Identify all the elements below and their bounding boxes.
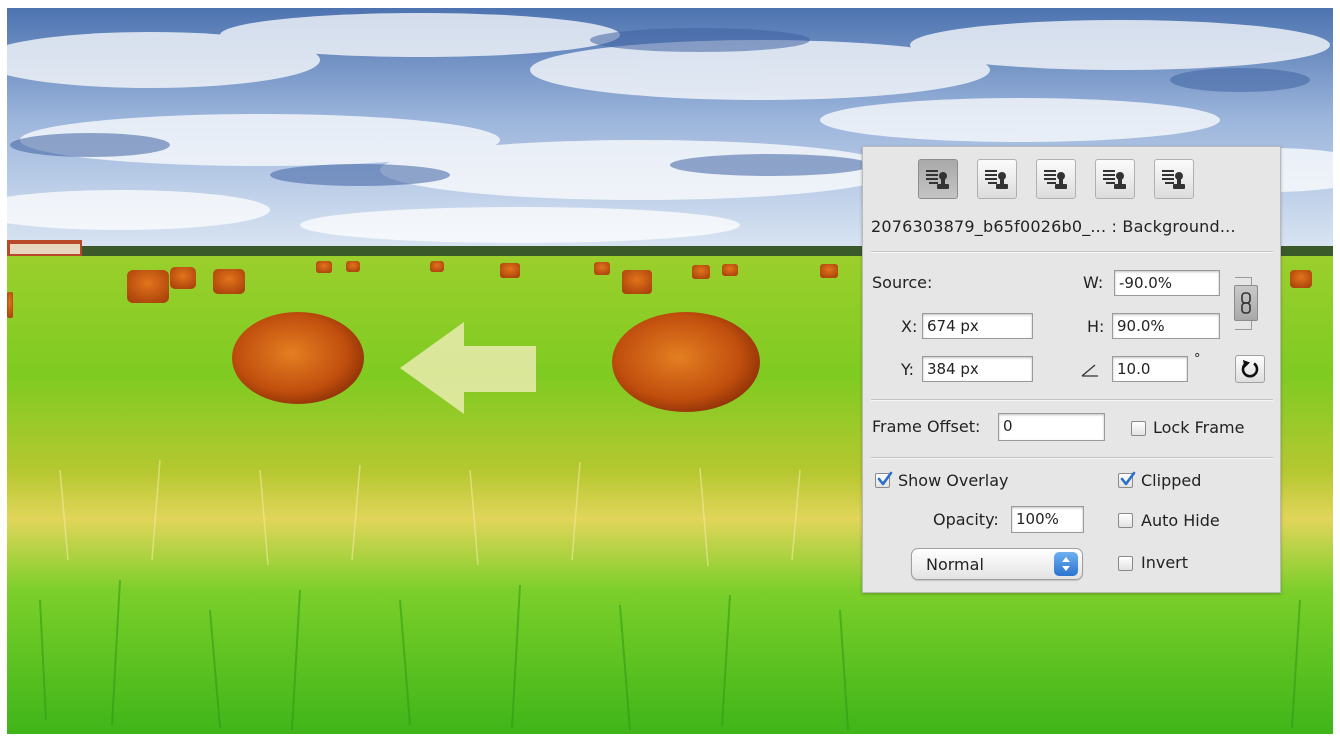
clone-source-icon	[985, 170, 1008, 189]
select-arrows-icon	[1054, 552, 1078, 576]
auto-hide-label: Auto Hide	[1141, 511, 1220, 530]
source-label: Source:	[872, 273, 933, 292]
clone-source-icon	[1162, 170, 1185, 189]
invert-checkbox[interactable]	[1118, 556, 1133, 571]
clone-source-button-3[interactable]	[1036, 159, 1076, 199]
rotate-reset-icon	[1241, 360, 1259, 378]
clipped-label: Clipped	[1141, 471, 1202, 490]
angle-icon	[1081, 364, 1098, 377]
opacity-field[interactable]: 100%	[1011, 506, 1084, 533]
clone-source-icon	[1103, 170, 1126, 189]
width-label: W:	[1083, 273, 1104, 292]
clone-source-panel: 2076303879_b65f0026b0_... : Background..…	[862, 146, 1281, 593]
checkmark-icon	[1120, 471, 1136, 486]
checkmark-icon	[877, 471, 893, 486]
height-label: H:	[1087, 317, 1105, 336]
lock-frame-label: Lock Frame	[1153, 418, 1245, 437]
link-bracket-bottom	[1235, 321, 1252, 330]
clone-source-button-1[interactable]	[918, 159, 958, 199]
chain-link-icon	[1241, 292, 1251, 314]
separator	[871, 251, 1273, 253]
maintain-aspect-ratio-button[interactable]	[1234, 285, 1258, 321]
reset-transform-button[interactable]	[1235, 355, 1265, 383]
degree-symbol: °	[1194, 352, 1201, 367]
rotation-angle-field[interactable]: 10.0	[1112, 356, 1188, 382]
frame-offset-label: Frame Offset:	[872, 417, 981, 436]
clipped-checkbox[interactable]	[1118, 471, 1136, 488]
x-offset-label: X:	[901, 317, 918, 336]
invert-label: Invert	[1141, 553, 1189, 572]
blend-mode-select[interactable]: Normal	[911, 548, 1083, 580]
source-document-name: 2076303879_b65f0026b0_... : Background..…	[871, 217, 1236, 236]
blend-mode-value: Normal	[926, 555, 984, 574]
show-overlay-label: Show Overlay	[898, 471, 1009, 490]
separator	[871, 399, 1273, 401]
clone-source-button-4[interactable]	[1095, 159, 1135, 199]
y-offset-label: Y:	[901, 360, 915, 379]
height-field[interactable]: 90.0%	[1112, 313, 1220, 339]
separator	[871, 457, 1273, 459]
opacity-label: Opacity:	[933, 510, 999, 529]
width-field[interactable]: -90.0%	[1114, 270, 1220, 296]
lock-frame-checkbox[interactable]	[1131, 421, 1146, 436]
x-offset-field[interactable]: 674 px	[922, 313, 1033, 339]
clone-source-button-5[interactable]	[1154, 159, 1194, 199]
clone-source-buttons	[918, 159, 1194, 199]
frame-offset-field[interactable]: 0	[998, 413, 1105, 441]
auto-hide-checkbox[interactable]	[1118, 513, 1133, 528]
clone-source-icon	[1044, 170, 1067, 189]
clone-source-button-2[interactable]	[977, 159, 1017, 199]
y-offset-field[interactable]: 384 px	[922, 356, 1033, 382]
show-overlay-checkbox[interactable]	[875, 471, 893, 488]
clone-source-icon	[926, 170, 949, 189]
